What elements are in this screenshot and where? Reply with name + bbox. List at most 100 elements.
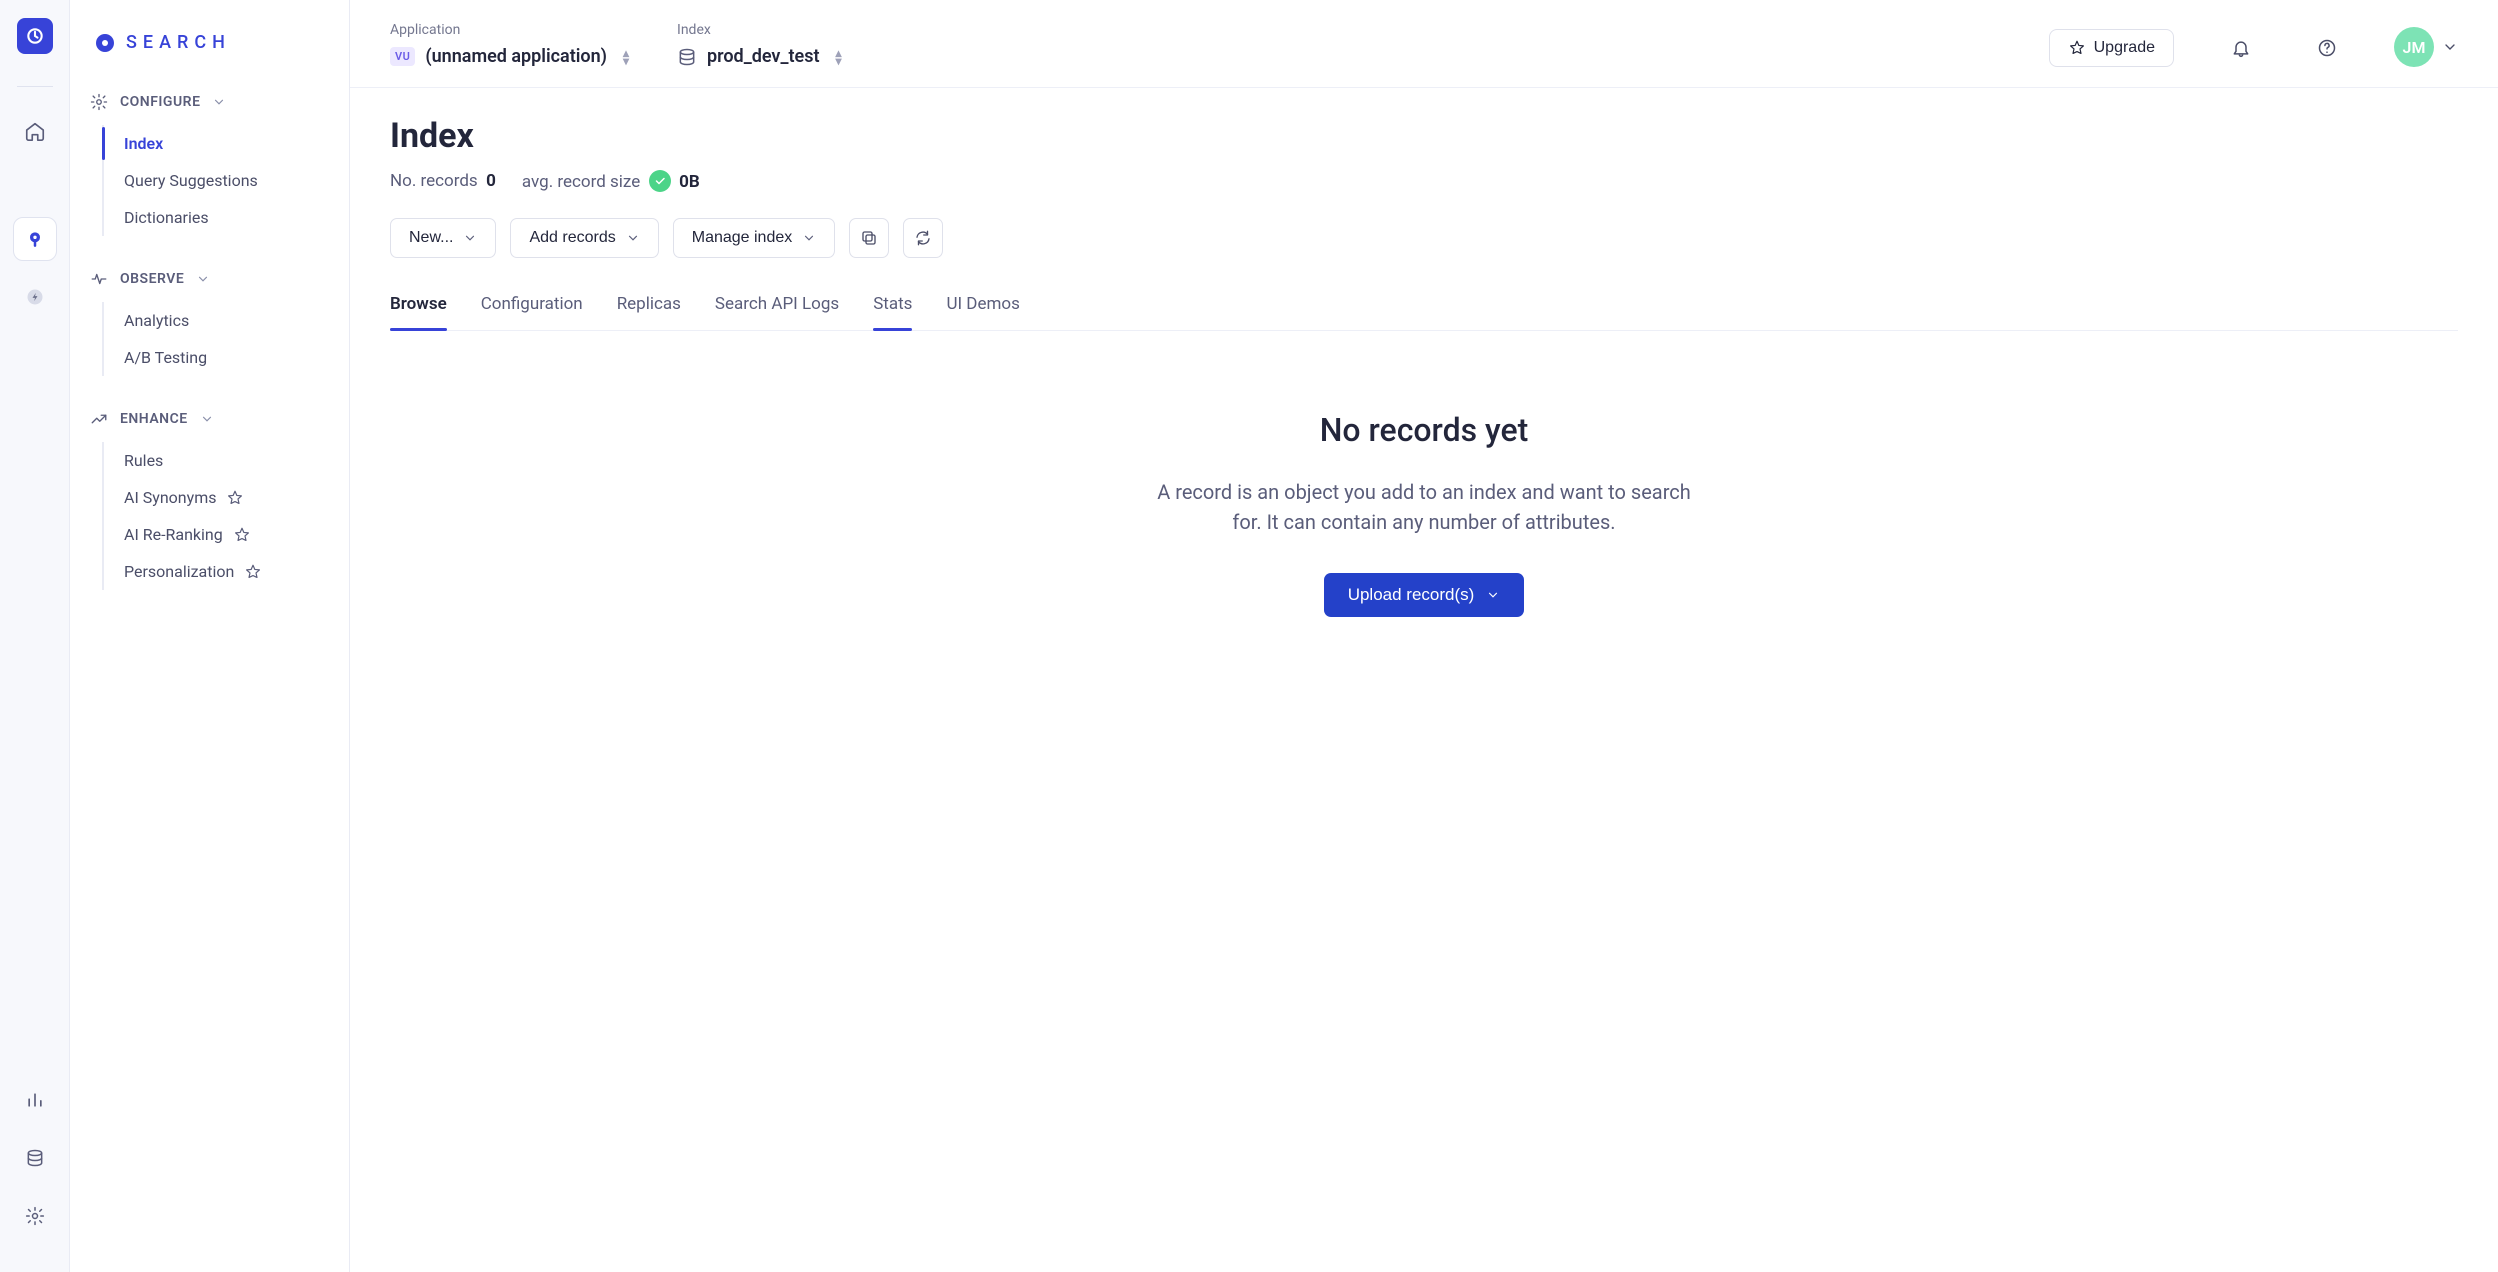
upgrade-button[interactable]: Upgrade [2049, 29, 2174, 67]
nav-label: AI Re-Ranking [124, 525, 223, 544]
tab-label: Search API Logs [715, 294, 839, 314]
group-label: ENHANCE [120, 411, 188, 427]
sidebar-group-observe[interactable]: OBSERVE [90, 270, 329, 288]
empty-description: A record is an object you add to an inde… [1144, 477, 1704, 537]
manage-index-button[interactable]: Manage index [673, 218, 836, 258]
tab-label: Browse [390, 294, 447, 314]
nav-label: Query Suggestions [124, 171, 258, 190]
pulse-icon [90, 270, 108, 288]
product-brand[interactable]: SEARCH [90, 32, 329, 53]
empty-state: No records yet A record is an object you… [390, 331, 2458, 617]
sidebar-item-ab-testing[interactable]: A/B Testing [124, 339, 329, 376]
records-label: No. records [390, 171, 478, 191]
account-menu[interactable]: JM [2394, 27, 2458, 67]
sidebar-item-ai-reranking[interactable]: AI Re-Ranking [124, 516, 329, 553]
database-icon [677, 47, 697, 67]
tab-configuration[interactable]: Configuration [481, 288, 583, 330]
btn-label: Manage index [692, 229, 793, 247]
chevron-down-icon [212, 95, 226, 109]
sidebar-item-ai-synonyms[interactable]: AI Synonyms [124, 479, 329, 516]
rail-analytics-icon[interactable] [13, 1078, 57, 1122]
star-icon [2068, 39, 2086, 57]
app-selector-label: Application [390, 22, 629, 38]
chevron-down-icon [463, 231, 477, 245]
sidebar-item-query-suggestions[interactable]: Query Suggestions [124, 162, 329, 199]
index-selector-label: Index [677, 22, 842, 38]
records-value: 0 [486, 171, 496, 191]
app-badge: VU [390, 47, 415, 66]
empty-title: No records yet [410, 411, 2438, 449]
sidebar-item-personalization[interactable]: Personalization [124, 553, 329, 590]
btn-label: Add records [529, 229, 615, 247]
select-arrows-icon: ▴▾ [623, 49, 629, 65]
select-arrows-icon: ▴▾ [836, 49, 842, 65]
chevron-down-icon [802, 231, 816, 245]
star-icon [233, 526, 251, 544]
main-area: Application VU (unnamed application) ▴▾ … [350, 0, 2498, 1272]
brand-dot-icon [96, 34, 114, 52]
add-records-button[interactable]: Add records [510, 218, 658, 258]
star-icon [244, 563, 262, 581]
icon-rail [0, 0, 70, 1272]
nav-label: Analytics [124, 311, 189, 330]
star-icon [226, 489, 244, 507]
tab-stats[interactable]: Stats [873, 288, 912, 330]
nav-label: A/B Testing [124, 348, 207, 367]
rail-divider [17, 86, 53, 87]
chevron-down-icon [2442, 39, 2458, 55]
chevron-down-icon [1486, 588, 1500, 602]
nav-label: Personalization [124, 562, 234, 581]
sidebar-group-enhance[interactable]: ENHANCE [90, 410, 329, 428]
btn-label: Upload record(s) [1348, 585, 1475, 605]
group-label: CONFIGURE [120, 94, 200, 110]
nav-label: AI Synonyms [124, 488, 216, 507]
brand-label: SEARCH [126, 32, 231, 53]
rail-recommend-icon[interactable] [13, 275, 57, 319]
help-icon[interactable] [2308, 29, 2346, 67]
new-button[interactable]: New... [390, 218, 496, 258]
sidebar-item-dictionaries[interactable]: Dictionaries [124, 199, 329, 236]
tab-ui-demos[interactable]: UI Demos [946, 288, 1019, 330]
app-name: (unnamed application) [425, 46, 607, 67]
app-selector[interactable]: Application VU (unnamed application) ▴▾ [390, 22, 629, 67]
nav-label: Dictionaries [124, 208, 209, 227]
refresh-button[interactable] [903, 218, 943, 258]
rail-home-icon[interactable] [13, 109, 57, 153]
index-name: prod_dev_test [707, 46, 820, 67]
sidebar: SEARCH CONFIGURE Index Query Suggestions… [70, 0, 350, 1272]
tab-browse[interactable]: Browse [390, 288, 447, 330]
upload-records-button[interactable]: Upload record(s) [1324, 573, 1525, 617]
tab-search-api-logs[interactable]: Search API Logs [715, 288, 839, 330]
sidebar-item-analytics[interactable]: Analytics [124, 302, 329, 339]
sidebar-item-index[interactable]: Index [124, 125, 329, 162]
copy-icon [860, 229, 878, 247]
sidebar-group-configure[interactable]: CONFIGURE [90, 93, 329, 111]
avg-size-value: 0B [679, 172, 700, 192]
top-bar: Application VU (unnamed application) ▴▾ … [350, 0, 2498, 88]
gear-icon [90, 93, 108, 111]
rail-search-icon[interactable] [13, 217, 57, 261]
tab-label: Replicas [617, 294, 681, 314]
upgrade-label: Upgrade [2094, 39, 2155, 57]
trend-icon [90, 410, 108, 428]
group-label: OBSERVE [120, 271, 184, 287]
rail-settings-icon[interactable] [13, 1194, 57, 1238]
refresh-icon [914, 229, 932, 247]
tab-replicas[interactable]: Replicas [617, 288, 681, 330]
avatar: JM [2394, 27, 2434, 67]
chevron-down-icon [626, 231, 640, 245]
page-title: Index [390, 116, 2458, 156]
btn-label: New... [409, 229, 453, 247]
index-selector[interactable]: Index prod_dev_test ▴▾ [677, 22, 842, 67]
tab-label: Stats [873, 294, 912, 314]
copy-button[interactable] [849, 218, 889, 258]
brand-logo-icon[interactable] [17, 18, 53, 54]
sidebar-item-rules[interactable]: Rules [124, 442, 329, 479]
rail-data-icon[interactable] [13, 1136, 57, 1180]
nav-label: Rules [124, 451, 163, 470]
check-icon [649, 170, 671, 192]
nav-label: Index [124, 134, 163, 153]
notifications-icon[interactable] [2222, 29, 2260, 67]
avg-size-label: avg. record size [522, 172, 640, 192]
tab-label: UI Demos [946, 294, 1019, 314]
